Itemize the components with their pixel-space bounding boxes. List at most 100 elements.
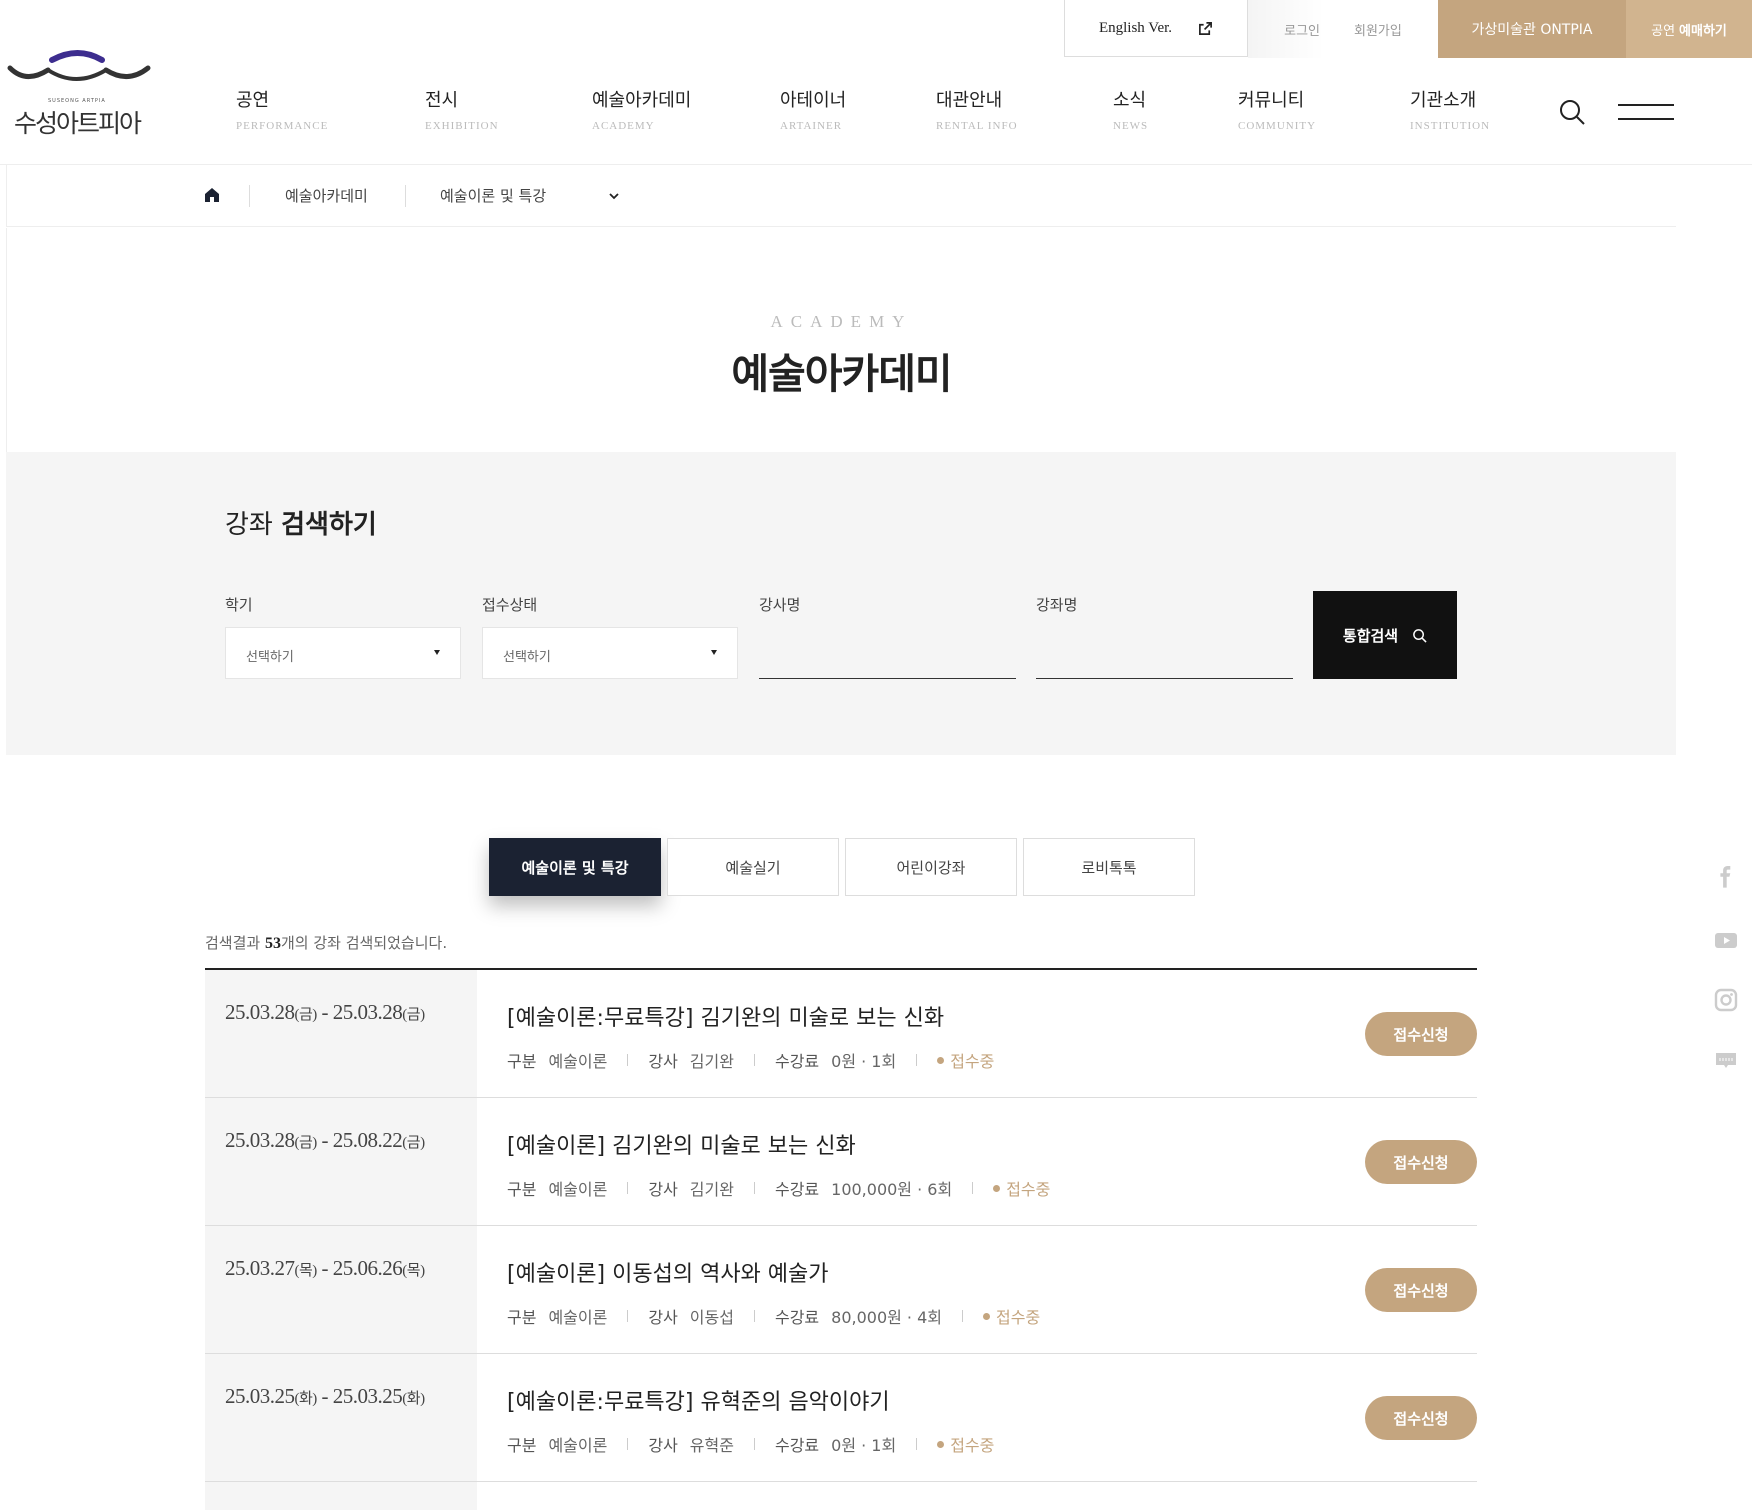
- nav-label: 전시: [425, 90, 459, 111]
- meta-divider: [627, 1182, 629, 1194]
- end-day: (금): [402, 1135, 425, 1151]
- ontpia-link[interactable]: 가상미술관 ONTPIA: [1438, 0, 1626, 58]
- nav-rental[interactable]: 대관안내 RENTAL INFO: [936, 86, 1018, 132]
- fee-key: 수강료: [774, 1308, 820, 1327]
- nav-artainer[interactable]: 아테이너 ARTAINER: [780, 86, 846, 132]
- meta-divider: [753, 1182, 755, 1194]
- page-title-area: ACADEMY 예술아카데미: [6, 228, 1676, 452]
- term-select-value: 선택하기: [246, 650, 294, 665]
- ticket-label-pre: 공연: [1651, 23, 1676, 39]
- breadcrumb-separator: [405, 185, 406, 207]
- page-title: 예술아카데미: [731, 350, 952, 398]
- english-version-link[interactable]: English Ver.: [1064, 0, 1248, 57]
- teacher-value: 이동섭: [689, 1308, 734, 1327]
- nav-label: 아테이너: [780, 90, 847, 111]
- teacher-value: 김기완: [689, 1180, 734, 1199]
- nav-exhibition[interactable]: 전시 EXHIBITION: [425, 86, 499, 132]
- fee-key: 수강료: [774, 1180, 820, 1199]
- course-row: 25.03.28(금) - 25.03.28(금) [예술이론:무료특강] 김기…: [205, 970, 1477, 1098]
- instagram-icon[interactable]: [1714, 988, 1738, 1012]
- status-badge: 접수중: [993, 1176, 1050, 1200]
- meta-divider: [916, 1438, 918, 1450]
- category-tabs: 예술이론 및 특강 예술실기 어린이강좌 로비톡톡: [489, 838, 1195, 896]
- course-date: 25.03.28(금) - 25.08.22(금): [205, 1098, 477, 1225]
- course-meta: 구분 예술이론 강사 이동섭 수강료 80,000원 · 4회 접수중: [507, 1304, 1040, 1328]
- search-icon[interactable]: [1558, 98, 1586, 126]
- status-badge: 접수중: [983, 1304, 1040, 1328]
- teacher-key: 강사: [648, 1180, 678, 1199]
- apply-button[interactable]: 접수신청: [1365, 1268, 1477, 1312]
- logo-mark-icon: [7, 50, 151, 81]
- term-select[interactable]: 선택하기: [225, 627, 461, 679]
- result-count: 검색결과 53개의 강좌 검색되었습니다.: [205, 932, 447, 953]
- search-heading: 강좌 검색하기: [225, 504, 377, 541]
- breadcrumb-level2[interactable]: 예술이론 및 특강: [440, 185, 546, 206]
- page-title-english: ACADEMY: [770, 312, 913, 331]
- status-select[interactable]: 선택하기: [482, 627, 738, 679]
- tab-lobby-talk[interactable]: 로비톡톡: [1023, 838, 1195, 896]
- meta-divider: [753, 1438, 755, 1450]
- nav-community[interactable]: 커뮤니티 COMMUNITY: [1238, 86, 1316, 132]
- nav-sublabel: INSTITUTION: [1410, 120, 1491, 132]
- nav-performance[interactable]: 공연 PERFORMANCE: [236, 86, 328, 132]
- end-day: (금): [402, 1007, 425, 1023]
- breadcrumb-level1[interactable]: 예술아카데미: [285, 185, 368, 206]
- fee-value: 0원 · 1회: [831, 1436, 897, 1455]
- nav-label: 커뮤니티: [1238, 90, 1305, 111]
- hamburger-menu-icon[interactable]: [1618, 102, 1674, 122]
- tab-kids[interactable]: 어린이강좌: [845, 838, 1017, 896]
- category-value: 예술이론: [548, 1180, 608, 1199]
- caret-down-icon: [711, 650, 717, 655]
- ticket-link[interactable]: 공연 예매하기: [1626, 0, 1752, 58]
- chevron-down-icon[interactable]: [607, 189, 621, 203]
- login-link[interactable]: 로그인: [1284, 20, 1320, 39]
- term-label: 학기: [225, 596, 253, 614]
- status-dot-icon: [993, 1184, 1001, 1192]
- course-input[interactable]: [1036, 627, 1293, 679]
- status-select-value: 선택하기: [503, 650, 551, 665]
- join-link[interactable]: 회원가입: [1354, 20, 1402, 39]
- fee-key: 수강료: [774, 1436, 820, 1455]
- blog-icon[interactable]: [1714, 1048, 1738, 1072]
- course-title[interactable]: [예술이론] 김기완의 미술로 보는 신화: [507, 1128, 856, 1160]
- tab-theory[interactable]: 예술이론 및 특강: [489, 838, 661, 896]
- apply-button[interactable]: 접수신청: [1365, 1396, 1477, 1440]
- teacher-input[interactable]: [759, 627, 1016, 679]
- start-day: (목): [294, 1263, 318, 1279]
- home-icon[interactable]: [203, 186, 221, 204]
- nav-academy[interactable]: 예술아카데미 ACADEMY: [592, 86, 691, 132]
- status-badge: 접수중: [937, 1432, 994, 1456]
- facebook-icon[interactable]: [1714, 866, 1738, 890]
- apply-button[interactable]: 접수신청: [1365, 1012, 1477, 1056]
- member-links: 로그인 회원가입: [1248, 0, 1438, 58]
- nav-sublabel: RENTAL INFO: [936, 120, 1018, 132]
- apply-button[interactable]: 접수신청: [1365, 1140, 1477, 1184]
- nav-sublabel: PERFORMANCE: [236, 120, 329, 132]
- tab-practice[interactable]: 예술실기: [667, 838, 839, 896]
- nav-label: 예술아카데미: [592, 90, 692, 111]
- breadcrumb: 예술아카데미 예술이론 및 특강: [6, 165, 1676, 227]
- start-date: 25.03.25: [225, 1384, 295, 1408]
- status-text: 접수중: [950, 1436, 995, 1455]
- nav-label: 대관안내: [936, 90, 1003, 111]
- english-version-label: English Ver.: [1098, 19, 1173, 36]
- nav-news[interactable]: 소식 NEWS: [1113, 86, 1148, 132]
- fee-key: 수강료: [774, 1052, 820, 1071]
- meta-divider: [627, 1438, 629, 1450]
- course-title[interactable]: [예술이론:무료특강] 김기완의 미술로 보는 신화: [507, 1000, 944, 1032]
- end-date: 25.03.28: [332, 1000, 403, 1024]
- course-meta: 구분 예술이론 강사 김기완 수강료 100,000원 · 6회 접수중: [507, 1176, 1050, 1200]
- caret-down-icon: [434, 650, 440, 655]
- course-title[interactable]: [예술이론] 이동섭의 역사와 예술가: [507, 1256, 829, 1288]
- integrated-search-button[interactable]: 통합검색: [1313, 591, 1457, 679]
- youtube-icon[interactable]: [1714, 928, 1738, 952]
- start-day: (화): [294, 1391, 318, 1407]
- nav-institution[interactable]: 기관소개 INSTITUTION: [1410, 86, 1490, 132]
- status-dot-icon: [983, 1312, 991, 1320]
- course-row: 25.03.27(목) - 25.06.26(목) [예술이론] 이동섭의 역사…: [205, 1226, 1477, 1354]
- course-row: 25.03.25(화) - 25.03.25(화) [예술이론:무료특강] 유혁…: [205, 1354, 1477, 1482]
- meta-divider: [916, 1054, 918, 1066]
- teacher-value: 유혁준: [689, 1436, 734, 1455]
- nav-label: 기관소개: [1410, 90, 1477, 111]
- course-title[interactable]: [예술이론:무료특강] 유혁준의 음악이야기: [507, 1384, 890, 1416]
